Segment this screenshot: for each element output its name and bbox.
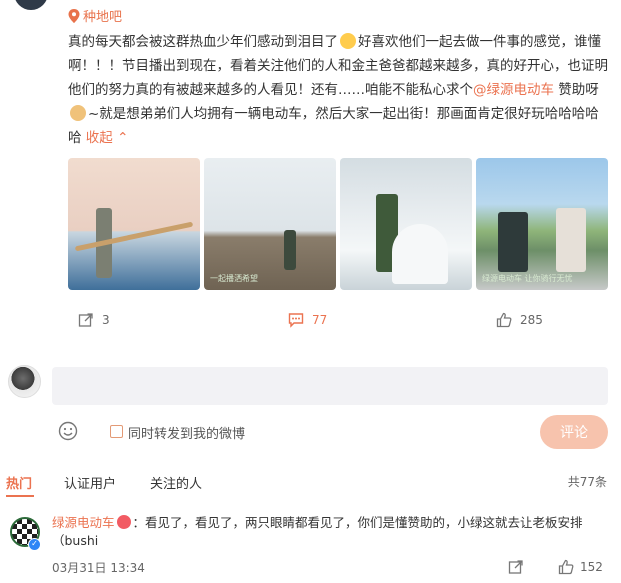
comment-input[interactable] xyxy=(52,367,608,405)
comment-body: 绿源电动车 ：看见了，看见了，两只眼睛都看见了，你们是懂赞助的，小绿这就去让老板安… xyxy=(52,514,608,550)
comment-text: ：看见了，看见了，两只眼睛都看见了，你们是懂赞助的，小绿这就去让老板安排（bus… xyxy=(52,515,583,548)
mention-link[interactable]: @绿源电动车 xyxy=(473,82,554,98)
comment-time: 03月31日 13:34 xyxy=(52,561,145,575)
share-button[interactable]: 3 xyxy=(78,312,110,328)
tab-verified-users[interactable]: 认证用户 xyxy=(64,473,116,492)
topic-label: 种地吧 xyxy=(83,10,123,25)
tab-following[interactable]: 关注的人 xyxy=(150,473,202,492)
thumbs-up-icon xyxy=(558,559,574,575)
photo-caption: 一起播洒希望 xyxy=(210,274,258,283)
comment-icon xyxy=(288,313,304,328)
post-text: 真的每天都会被这群热血少年们感动到泪目了 好喜欢他们一起去做一件事的感觉，谁懂啊！… xyxy=(68,33,608,146)
photo-2[interactable]: 一起播洒希望 xyxy=(204,158,336,290)
location-pin-icon xyxy=(68,8,80,23)
photo-3[interactable] xyxy=(340,158,472,290)
collapse-link[interactable]: 收起 ⌃ xyxy=(86,130,129,146)
photo-caption: 绿源电动车 让你骑行无忧 xyxy=(482,274,573,283)
cat-emoji-icon xyxy=(70,105,86,121)
comment-total: 共77条 xyxy=(567,475,607,489)
fan-badge-icon xyxy=(116,515,131,529)
photo-1[interactable] xyxy=(68,158,200,290)
reply-share-icon[interactable] xyxy=(508,559,524,575)
thumbs-up-icon xyxy=(496,312,512,328)
comment-button[interactable]: 77 xyxy=(288,312,327,328)
like-button[interactable]: 285 xyxy=(496,312,543,328)
comment-like-button[interactable]: 152 xyxy=(558,559,603,575)
active-tab-indicator xyxy=(6,495,34,497)
topic-tag[interactable]: 种地吧 xyxy=(68,6,122,25)
photo-4[interactable]: 绿源电动车 让你骑行无忧 xyxy=(476,158,608,290)
comment-tabs: 热门 认证用户 关注的人 共77条 xyxy=(0,473,621,497)
commenter-name[interactable]: 绿源电动车 xyxy=(52,515,115,530)
author-avatar[interactable] xyxy=(14,0,48,10)
repost-label: 同时转发到我的微博 xyxy=(128,427,246,442)
submit-comment-button[interactable]: 评论 xyxy=(540,415,608,449)
share-icon xyxy=(78,313,93,327)
repost-checkbox[interactable] xyxy=(110,425,123,438)
crying-emoji-icon xyxy=(340,33,356,49)
verified-badge-icon: ✓ xyxy=(28,538,41,551)
photo-grid: 一起播洒希望 绿源电动车 让你骑行无忧 xyxy=(68,158,608,290)
current-user-avatar[interactable] xyxy=(8,365,41,398)
post-actions: 3 77 285 xyxy=(0,312,621,336)
tab-hot[interactable]: 热门 xyxy=(6,473,32,492)
emoji-picker-icon[interactable] xyxy=(58,421,78,441)
